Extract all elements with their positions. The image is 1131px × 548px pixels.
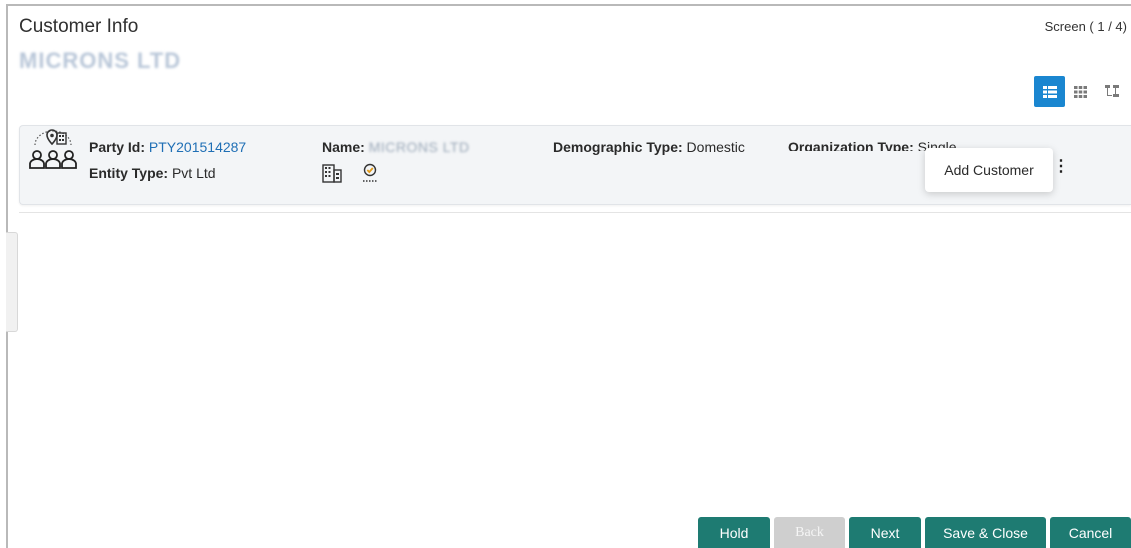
name-label: Name: bbox=[322, 139, 365, 155]
save-and-close-button[interactable]: Save & Close bbox=[925, 517, 1046, 548]
party-group-icon bbox=[29, 129, 77, 169]
hold-button[interactable]: Hold bbox=[698, 517, 770, 548]
cancel-button[interactable]: Cancel bbox=[1050, 517, 1131, 548]
kebab-menu-icon[interactable]: ⋮ bbox=[1053, 159, 1069, 175]
tree-view-button[interactable] bbox=[1096, 76, 1127, 107]
back-button[interactable]: Back bbox=[774, 517, 845, 548]
name-value: MICRONS LTD bbox=[368, 139, 470, 155]
entity-type-label: Entity Type: bbox=[89, 165, 169, 181]
name-field: Name: MICRONS LTD bbox=[322, 139, 470, 155]
demographic-type-field: Demographic Type: Domestic bbox=[553, 139, 745, 155]
party-id-field: Party Id: PTY201514287 bbox=[89, 139, 246, 155]
grid-view-button[interactable] bbox=[1065, 76, 1096, 107]
demographic-type-label: Demographic Type: bbox=[553, 139, 683, 155]
entity-type-field: Entity Type: Pvt Ltd bbox=[89, 165, 216, 181]
list-view-button[interactable] bbox=[1034, 76, 1065, 107]
next-button[interactable]: Next bbox=[849, 517, 921, 548]
view-switcher bbox=[1034, 76, 1127, 107]
tree-view-icon bbox=[1104, 84, 1119, 97]
party-id-label: Party Id: bbox=[89, 139, 146, 155]
page-title: Customer Info bbox=[19, 16, 139, 37]
demographic-type-value: Domestic bbox=[686, 139, 745, 155]
party-id-link[interactable]: PTY201514287 bbox=[149, 139, 246, 155]
side-panel-toggle[interactable] bbox=[6, 232, 18, 332]
organization-type-label: Organization Type: bbox=[788, 139, 914, 151]
building-icon bbox=[322, 164, 342, 183]
screen-counter: Screen ( 1 / 4) bbox=[1044, 19, 1127, 34]
verified-icon bbox=[363, 163, 377, 182]
add-customer-menu-item[interactable]: Add Customer bbox=[925, 148, 1053, 192]
list-view-icon bbox=[1042, 85, 1057, 98]
grid-view-icon bbox=[1074, 85, 1087, 98]
frame-top-border bbox=[6, 4, 1131, 6]
section-divider bbox=[19, 212, 1131, 213]
entity-type-value: Pvt Ltd bbox=[171, 165, 216, 181]
company-name: MICRONS LTD bbox=[19, 48, 182, 73]
